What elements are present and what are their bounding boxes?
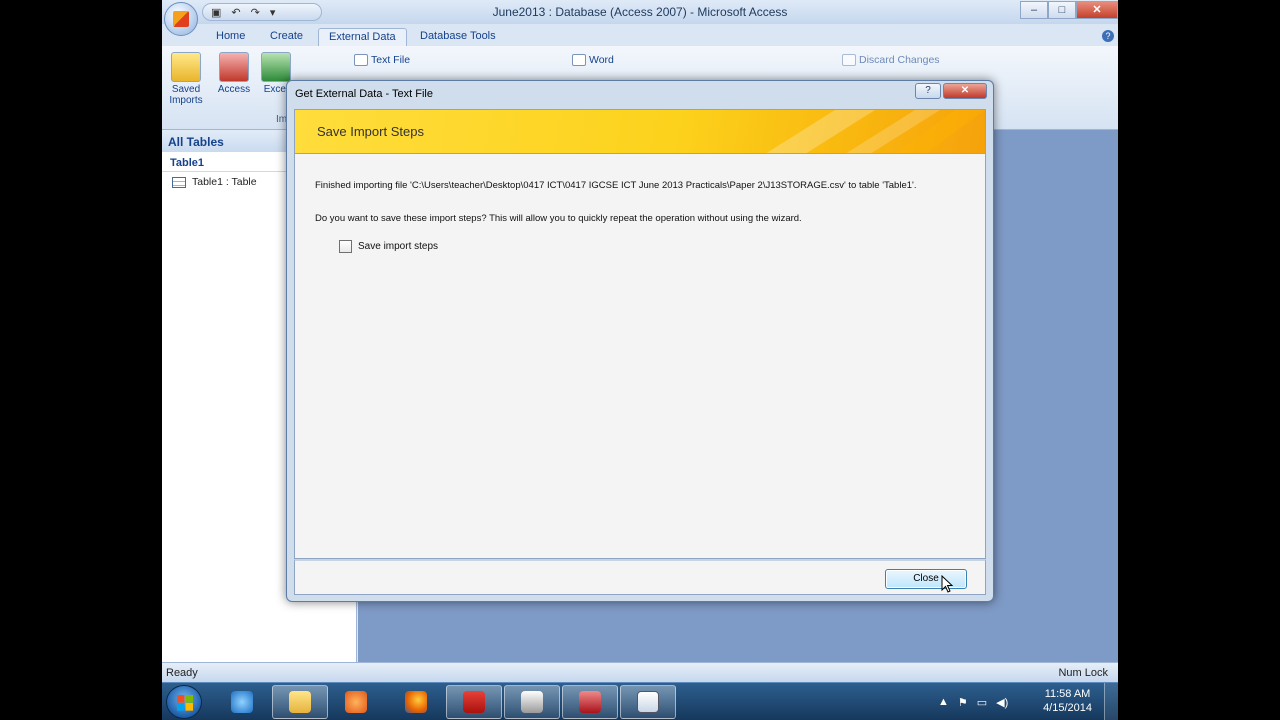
taskbar-acrobat[interactable] [446, 685, 502, 719]
network-icon[interactable]: ▭ [977, 696, 987, 709]
taskbar-explorer[interactable] [272, 685, 328, 719]
window-title: June2013 : Database (Access 2007) - Micr… [492, 5, 788, 19]
dialog-banner: Save Import Steps [295, 110, 985, 154]
save-steps-question: Do you want to save these import steps? … [315, 213, 802, 224]
flag-icon[interactable]: ⚑ [958, 696, 968, 709]
folder-icon [289, 691, 311, 713]
excel-icon [261, 52, 291, 82]
ie-icon [231, 691, 253, 713]
office-logo-icon [173, 11, 189, 27]
taskbar-access[interactable] [562, 685, 618, 719]
status-bar: Ready Num Lock [162, 662, 1118, 682]
dialog-footer: Close [294, 559, 986, 595]
saved-imports-button[interactable]: Saved Imports [166, 52, 206, 106]
banner-title: Save Import Steps [317, 124, 424, 139]
tab-home[interactable]: Home [206, 28, 255, 48]
acrobat-icon [463, 691, 485, 713]
save-import-steps-label[interactable]: Save import steps [358, 241, 438, 252]
access-window: ▣ ↶ ↷ ▾ June2013 : Database (Access 2007… [162, 0, 1118, 720]
access-label: Access [217, 84, 251, 95]
access-icon [219, 52, 249, 82]
clock-time: 11:58 AM [1044, 688, 1091, 700]
document-icon [637, 691, 659, 713]
tray-expand-icon[interactable]: ▲ [938, 696, 949, 708]
saved-imports-label: Saved Imports [169, 84, 203, 106]
dialog-title: Get External Data - Text File [295, 88, 433, 100]
taskbar-media-player[interactable] [328, 685, 384, 719]
import-dialog: Get External Data - Text File ? ✕ Save I… [286, 80, 994, 602]
excel-label: Excel [263, 84, 289, 95]
taskbar: ▲ ⚑ ▭ ◀) 11:58 AM 4/15/2014 [162, 682, 1118, 720]
clock-date: 4/15/2014 [1043, 702, 1092, 714]
save-import-steps-option[interactable]: Save import steps [339, 240, 438, 253]
discard-changes-button: Discard Changes [842, 54, 940, 66]
word-label: Word [589, 54, 614, 66]
tab-create[interactable]: Create [260, 28, 313, 48]
title-bar: ▣ ↶ ↷ ▾ June2013 : Database (Access 2007… [162, 0, 1118, 24]
mouse-cursor-icon [941, 575, 954, 593]
show-desktop-button[interactable] [1104, 683, 1118, 720]
taskbar-app[interactable] [504, 685, 560, 719]
office-button[interactable] [164, 2, 198, 36]
dialog-close-icon[interactable]: ✕ [943, 83, 987, 99]
import-access-button[interactable]: Access [214, 52, 254, 95]
minimize-button[interactable]: – [1020, 1, 1048, 19]
banner-decoration [766, 110, 985, 153]
nav-item-label: Table1 : Table [192, 176, 257, 188]
taskbar-firefox[interactable] [388, 685, 444, 719]
discard-changes-label: Discard Changes [859, 54, 940, 66]
folder-icon [171, 52, 201, 82]
maximize-button[interactable]: □ [1048, 1, 1076, 19]
media-player-icon [345, 691, 367, 713]
save-import-steps-checkbox[interactable] [339, 240, 352, 253]
text-file-icon [354, 54, 368, 66]
import-text-file-button[interactable]: Text File [354, 54, 410, 66]
firefox-icon [405, 691, 427, 713]
start-button[interactable] [166, 685, 202, 719]
status-num-lock: Num Lock [1058, 667, 1108, 679]
text-file-label: Text File [371, 54, 411, 66]
windows-logo-icon [177, 695, 193, 711]
help-icon[interactable]: ? [1102, 30, 1114, 42]
import-finished-message: Finished importing file 'C:\Users\teache… [315, 180, 917, 191]
taskbar-ie[interactable] [214, 685, 270, 719]
taskbar-document[interactable] [620, 685, 676, 719]
table-icon [172, 176, 186, 188]
status-ready: Ready [166, 667, 198, 679]
dialog-help-button[interactable]: ? [915, 83, 941, 99]
dialog-body: Save Import Steps Finished importing fil… [294, 109, 986, 559]
app-icon [521, 691, 543, 713]
tab-external-data[interactable]: External Data [318, 28, 407, 48]
discard-icon [842, 54, 856, 66]
ribbon-tabs: Home Create External Data Database Tools [162, 24, 1118, 48]
close-window-button[interactable]: ✕ [1076, 1, 1118, 19]
access-icon [579, 691, 601, 713]
export-word-button[interactable]: Word [572, 54, 614, 66]
word-icon [572, 54, 586, 66]
volume-icon[interactable]: ◀) [996, 696, 1008, 709]
clock[interactable]: 11:58 AM 4/15/2014 [1043, 687, 1092, 715]
tab-database-tools[interactable]: Database Tools [410, 28, 506, 48]
